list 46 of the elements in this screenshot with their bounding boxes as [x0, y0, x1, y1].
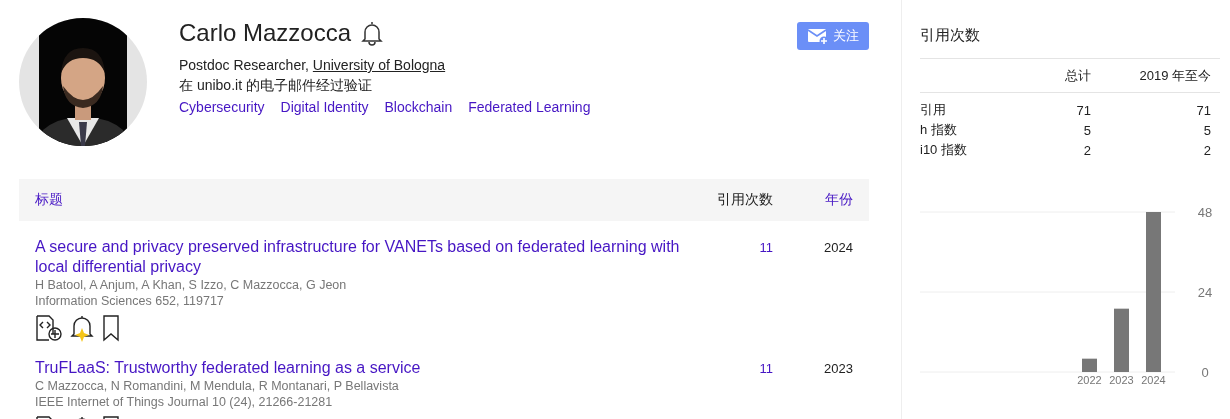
metric-value: 5 [1202, 122, 1212, 138]
column-header[interactable]: 标题 [35, 191, 673, 209]
citation-count-link[interactable]: 11 [689, 240, 773, 256]
affiliation-link[interactable]: University of Bologna [312, 57, 446, 73]
metric-label[interactable]: h 指数 [920, 121, 1020, 139]
panel-title: 引用次数 [920, 26, 981, 45]
axis-label: 0 [1201, 365, 1209, 380]
metric-label[interactable]: i10 指数 [920, 141, 1020, 159]
article-venue: Information Sciences 652, 119717 [35, 293, 225, 309]
column-header: 2019 年至今 [1138, 66, 1212, 85]
year-text: 2024 [823, 240, 853, 256]
axis-label: 24 [1197, 285, 1213, 300]
metric-value: 2 [1082, 142, 1092, 158]
bell-sparkle-icon[interactable] [69, 314, 95, 342]
column-header: 引用次数 [716, 191, 773, 209]
bar [1114, 308, 1129, 372]
bookmark-icon[interactable] [101, 314, 121, 342]
article-venue: IEEE Internet of Things Journal 10 (24), 21266-21281 [35, 394, 334, 410]
metric-value: 5 [1082, 122, 1092, 138]
metric-value: 71 [1075, 102, 1092, 118]
interest-link[interactable]: Cybersecurity [179, 99, 265, 115]
code-document-plus-icon[interactable] [35, 314, 63, 342]
metric-value: 2 [1202, 142, 1212, 158]
affiliation-text: Postdoc Researcher, [179, 57, 310, 73]
article-authors: C Mazzocca, N Romandini, M Mendula, R Montanari, P Bellavista [35, 378, 400, 394]
interest-link[interactable]: Federated Learning [468, 99, 591, 115]
column-header: 总计 [1064, 66, 1092, 85]
axis-label: 48 [1197, 205, 1213, 220]
bar [1082, 358, 1097, 372]
axis-label: 2023 [1109, 374, 1134, 386]
year-text: 2023 [823, 361, 853, 377]
article-title-link[interactable]: TruFLaaS: Trustworthy federated learning as a service [35, 358, 689, 378]
metric-value: 71 [1195, 102, 1212, 118]
axis-label: 2022 [1077, 374, 1102, 386]
article-title-link[interactable]: A secure and privacy preserved infrastructure for VANETs based on federated learning with local differential privacy [35, 237, 689, 277]
column-header[interactable]: 年份 [773, 191, 853, 209]
verified-email-text: 在 unibo.it 的电子邮件经过验证 [179, 76, 373, 95]
metric-label[interactable]: 引用 [920, 101, 1020, 119]
bell-icon[interactable] [361, 20, 384, 46]
citation-count-link[interactable]: 11 [689, 361, 773, 377]
interest-link[interactable]: Digital Identity [280, 99, 369, 115]
profile-name: Carlo Mazzocca [179, 19, 352, 47]
article-authors: H Batool, A Anjum, A Khan, S Izzo, C Mazzocca, G Jeon [35, 277, 348, 293]
mail-plus-icon [807, 27, 829, 45]
axis-label: 2024 [1141, 374, 1166, 386]
interest-link[interactable]: Blockchain [384, 99, 453, 115]
